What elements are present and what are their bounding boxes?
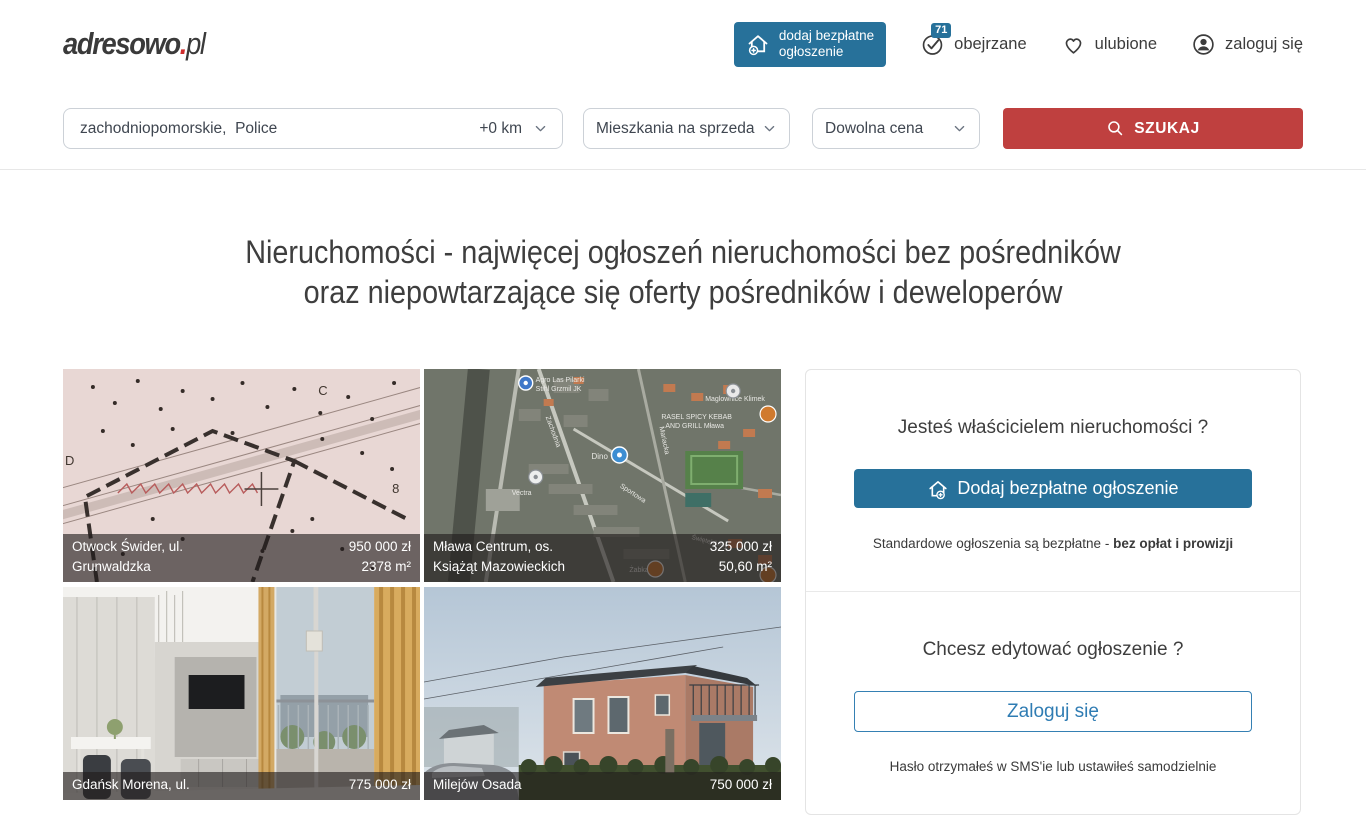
login-label: zaloguj się — [1225, 35, 1303, 54]
listing-photo-apartment-interior — [63, 587, 420, 800]
listing-price-area: 775 000 zł — [349, 775, 411, 795]
sidebar: Jesteś właścicielem nieruchomości ? Doda… — [805, 369, 1301, 815]
listing-location: Otwock Świder, ul.Grunwaldzka — [72, 537, 183, 577]
category-select[interactable]: Mieszkania na sprzeda — [583, 108, 790, 149]
listing-card[interactable]: Agro Las Pilarki Stihl Grzmil JK Maglown… — [424, 369, 781, 582]
heart-icon — [1061, 32, 1086, 57]
category-value: Mieszkania na sprzeda — [596, 120, 755, 138]
viewed-label: obejrzane — [954, 35, 1026, 54]
owner-panel-note: Standardowe ogłoszenia są bezpłatne - be… — [854, 536, 1252, 551]
svg-text:Stihl Grzmil JK: Stihl Grzmil JK — [536, 386, 582, 393]
listing-price-area: 950 000 zł2378 m² — [349, 537, 411, 577]
listing-caption: Milejów Osada 750 000 zł — [424, 772, 781, 800]
page-title-line1: Nieruchomości - najwięcej ogłoszeń nieru… — [68, 232, 1297, 272]
page-title-line2: oraz niepowtarzające się oferty pośredni… — [68, 272, 1297, 312]
price-select[interactable]: Dowolna cena — [812, 108, 980, 149]
listing-card[interactable]: Gdańsk Morena, ul. 775 000 zł — [63, 587, 420, 800]
listing-location: Gdańsk Morena, ul. — [72, 775, 190, 795]
main-content: C 8 D Otwock Świder, ul.Grunwaldzka 950 … — [0, 369, 1366, 815]
svg-text:Agro Las Pilarki: Agro Las Pilarki — [536, 377, 585, 384]
chevron-down-icon — [533, 121, 548, 136]
header-actions: dodaj bezpłatne ogłoszenie 71 obejrzane … — [734, 22, 1303, 67]
listing-caption: Otwock Świder, ul.Grunwaldzka 950 000 zł… — [63, 534, 420, 582]
svg-text:D: D — [65, 453, 74, 468]
house-plus-icon — [746, 32, 770, 56]
svg-text:C: C — [318, 383, 327, 398]
listing-card[interactable]: C 8 D Otwock Świder, ul.Grunwaldzka 950 … — [63, 369, 420, 582]
listing-price-area: 750 000 zł — [710, 775, 772, 795]
edit-panel: Chcesz edytować ogłoszenie ? Zaloguj się… — [806, 591, 1300, 814]
owner-panel: Jesteś właścicielem nieruchomości ? Doda… — [806, 370, 1300, 591]
listing-price-area: 325 000 zł50,60 m² — [710, 537, 772, 577]
edit-panel-title: Chcesz edytować ogłoszenie ? — [854, 639, 1252, 661]
magnifier-icon — [1106, 119, 1125, 138]
location-input[interactable] — [78, 119, 469, 139]
add-free-listing-button[interactable]: Dodaj bezpłatne ogłoszenie — [854, 469, 1252, 508]
svg-text:AND GRILL Mława: AND GRILL Mława — [665, 423, 724, 430]
header: adresowo.pl dodaj bezpłatne ogłoszenie 7… — [0, 0, 1366, 88]
chevron-down-icon — [952, 121, 967, 136]
house-plus-icon — [927, 478, 949, 500]
owner-panel-title: Jesteś właścicielem nieruchomości ? — [854, 417, 1252, 439]
listing-location: Mława Centrum, os.Książąt Mazowieckich — [433, 537, 565, 577]
search-bar: +0 km Mieszkania na sprzeda Dowolna cena… — [0, 108, 1366, 149]
listings-grid: C 8 D Otwock Świder, ul.Grunwaldzka 950 … — [63, 369, 781, 800]
radius-value: +0 km — [479, 120, 522, 138]
radius-select[interactable]: +0 km — [479, 120, 548, 138]
user-circle-icon — [1191, 32, 1216, 57]
search-button-label: SZUKAJ — [1134, 120, 1200, 138]
favorites-link[interactable]: ulubione — [1061, 32, 1157, 57]
logo-tld: pl — [186, 26, 205, 61]
edit-panel-note: Hasło otrzymałeś w SMS'ie lub ustawiłeś … — [854, 759, 1252, 774]
listing-location: Milejów Osada — [433, 775, 522, 795]
svg-text:8: 8 — [392, 481, 399, 496]
location-field-group: +0 km — [63, 108, 563, 149]
viewed-count-badge: 71 — [931, 23, 951, 38]
svg-text:Dino: Dino — [592, 452, 609, 461]
viewed-link[interactable]: 71 obejrzane — [920, 32, 1026, 57]
chevron-down-icon — [762, 121, 777, 136]
svg-text:RASEL SPICY KEBAB: RASEL SPICY KEBAB — [661, 414, 732, 421]
listing-caption: Gdańsk Morena, ul. 775 000 zł — [63, 772, 420, 800]
listing-card[interactable]: Milejów Osada 750 000 zł — [424, 587, 781, 800]
login-link[interactable]: zaloguj się — [1191, 32, 1303, 57]
price-value: Dowolna cena — [825, 120, 923, 138]
search-button[interactable]: SZUKAJ — [1003, 108, 1303, 149]
favorites-label: ulubione — [1095, 35, 1157, 54]
sidebar-login-button[interactable]: Zaloguj się — [854, 691, 1252, 732]
svg-text:Vectra: Vectra — [512, 490, 532, 497]
add-listing-button[interactable]: dodaj bezpłatne ogłoszenie — [734, 22, 886, 67]
listing-photo-house-exterior — [424, 587, 781, 800]
logo-name: adresowo — [63, 26, 180, 61]
logo[interactable]: adresowo.pl — [63, 26, 205, 62]
header-divider — [0, 169, 1366, 170]
add-listing-label: dodaj bezpłatne ogłoszenie — [779, 28, 874, 60]
listing-caption: Mława Centrum, os.Książąt Mazowieckich 3… — [424, 534, 781, 582]
add-free-listing-label: Dodaj bezpłatne ogłoszenie — [957, 478, 1178, 499]
page-title: Nieruchomości - najwięcej ogłoszeń nieru… — [0, 232, 1366, 312]
